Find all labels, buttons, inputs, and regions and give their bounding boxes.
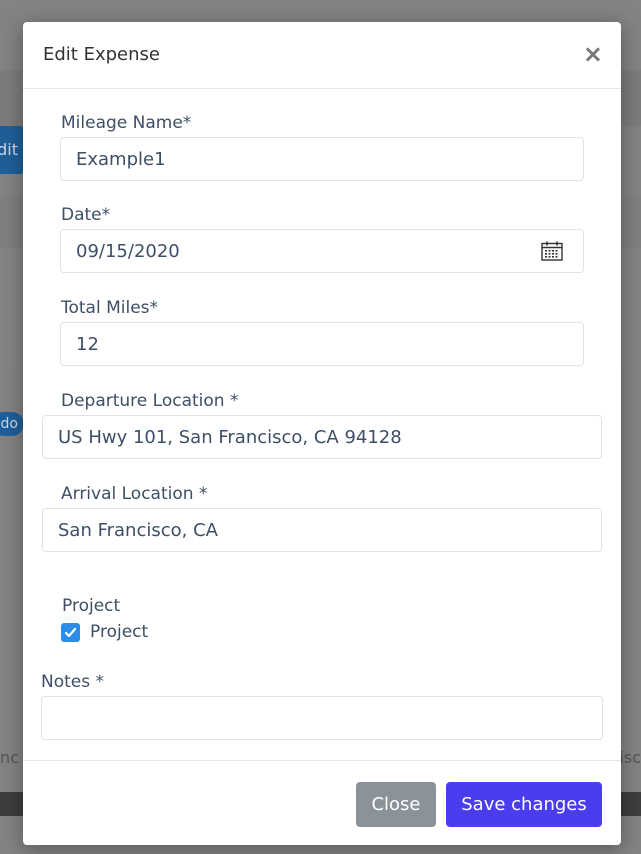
modal-header: Edit Expense × (23, 22, 621, 89)
checkmark-icon (64, 627, 77, 638)
modal-title: Edit Expense (43, 44, 160, 65)
arrival-location-input[interactable] (42, 508, 602, 552)
notes-label: Notes * (41, 672, 105, 692)
project-checkbox[interactable] (61, 623, 80, 642)
departure-location-input[interactable] (42, 415, 602, 459)
background-text: isc (619, 748, 641, 767)
background-text: nc (0, 748, 19, 767)
background-edit-button: dit (0, 126, 24, 174)
modal-footer: Close Save changes (23, 760, 621, 846)
date-input[interactable] (60, 229, 584, 273)
departure-location-label: Departure Location * (61, 391, 239, 411)
notes-input[interactable] (41, 696, 603, 740)
arrival-location-label: Arrival Location * (61, 484, 208, 504)
calendar-icon[interactable] (541, 241, 563, 261)
mileage-name-input[interactable] (60, 137, 584, 181)
date-label: Date* (61, 205, 111, 225)
project-checkbox-label[interactable]: Project (90, 622, 148, 642)
total-miles-label: Total Miles* (61, 298, 159, 318)
background-status-pill: do (0, 412, 24, 436)
total-miles-input[interactable] (60, 322, 584, 366)
close-button[interactable]: Close (356, 782, 436, 827)
mileage-name-label: Mileage Name* (61, 113, 192, 133)
project-label: Project (62, 596, 121, 616)
save-changes-button[interactable]: Save changes (446, 782, 602, 827)
edit-expense-modal: Edit Expense × Mileage Name* Date* Total… (23, 22, 621, 845)
close-icon[interactable]: × (583, 40, 603, 68)
